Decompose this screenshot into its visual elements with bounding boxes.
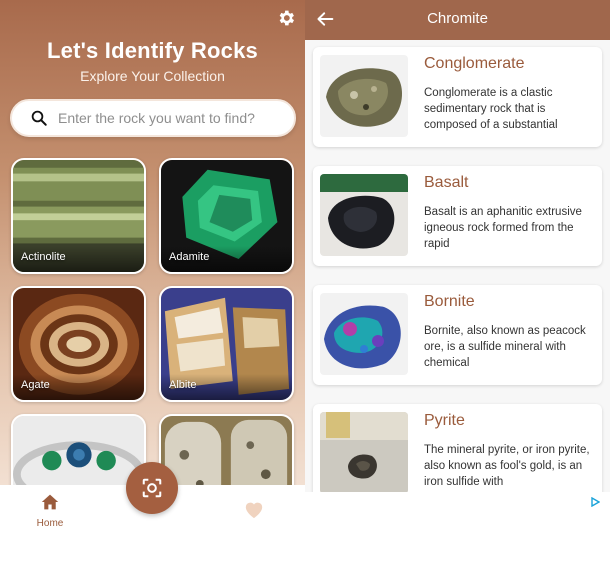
rock-name: Basalt bbox=[424, 174, 469, 191]
rock-label: Albite bbox=[169, 379, 197, 391]
rock-description: Bornite, also known as peacock ore, is a… bbox=[424, 325, 586, 369]
scan-icon bbox=[142, 478, 162, 498]
nav-home[interactable]: Home bbox=[30, 493, 70, 529]
rock-name: Pyrite bbox=[424, 412, 465, 429]
rock-label: Adamite bbox=[169, 251, 210, 263]
search-input[interactable] bbox=[58, 110, 278, 126]
rock-card-agate[interactable]: Agate bbox=[11, 286, 146, 402]
nav-home-label: Home bbox=[36, 518, 64, 529]
rock-card-adamite[interactable]: Adamite bbox=[159, 158, 294, 274]
rock-card-actinolite[interactable]: Actinolite bbox=[11, 158, 146, 274]
rock-thumbnail bbox=[320, 293, 408, 375]
rock-description: Conglomerate is a clastic sedimentary ro… bbox=[424, 87, 558, 131]
rock-name: Conglomerate bbox=[424, 55, 525, 72]
screen-title: Chromite bbox=[427, 10, 488, 27]
rock-description: The mineral pyrite, or iron pyrite, also… bbox=[424, 444, 590, 488]
search-icon bbox=[31, 110, 47, 126]
scan-button[interactable] bbox=[126, 462, 178, 514]
rock-description: Basalt is an aphanitic extrusive igneous… bbox=[424, 206, 582, 250]
rock-card-albite[interactable]: Albite bbox=[159, 286, 294, 402]
heart-icon[interactable] bbox=[243, 499, 265, 519]
list-item-pyrite[interactable]: Pyrite The mineral pyrite, or iron pyrit… bbox=[313, 404, 602, 492]
search-bar[interactable] bbox=[10, 99, 296, 137]
home-icon bbox=[41, 494, 59, 510]
rock-thumbnail bbox=[320, 174, 408, 256]
rock-label: Agate bbox=[21, 379, 50, 391]
list-item-basalt[interactable]: Basalt Basalt is an aphanitic extrusive … bbox=[313, 166, 602, 266]
rock-thumbnail bbox=[320, 412, 408, 492]
ad-choices-icon[interactable] bbox=[590, 497, 600, 507]
rock-thumbnail bbox=[320, 55, 408, 137]
app-bar: Chromite bbox=[305, 0, 610, 40]
home-screen: Let's Identify Rocks Explore Your Collec… bbox=[0, 0, 305, 583]
rock-label: Actinolite bbox=[21, 251, 66, 263]
category-screen: Chromite Conglomerate Conglomerate is a … bbox=[305, 0, 610, 583]
page-subtitle: Explore Your Collection bbox=[80, 68, 225, 84]
rock-name: Bornite bbox=[424, 293, 475, 310]
list-item-bornite[interactable]: Bornite Bornite, also known as peacock o… bbox=[313, 285, 602, 385]
list-item-conglomerate[interactable]: Conglomerate Conglomerate is a clastic s… bbox=[313, 47, 602, 147]
rock-list: Conglomerate Conglomerate is a clastic s… bbox=[305, 40, 610, 492]
gear-icon[interactable] bbox=[276, 8, 296, 28]
page-title: Let's Identify Rocks bbox=[47, 38, 258, 63]
